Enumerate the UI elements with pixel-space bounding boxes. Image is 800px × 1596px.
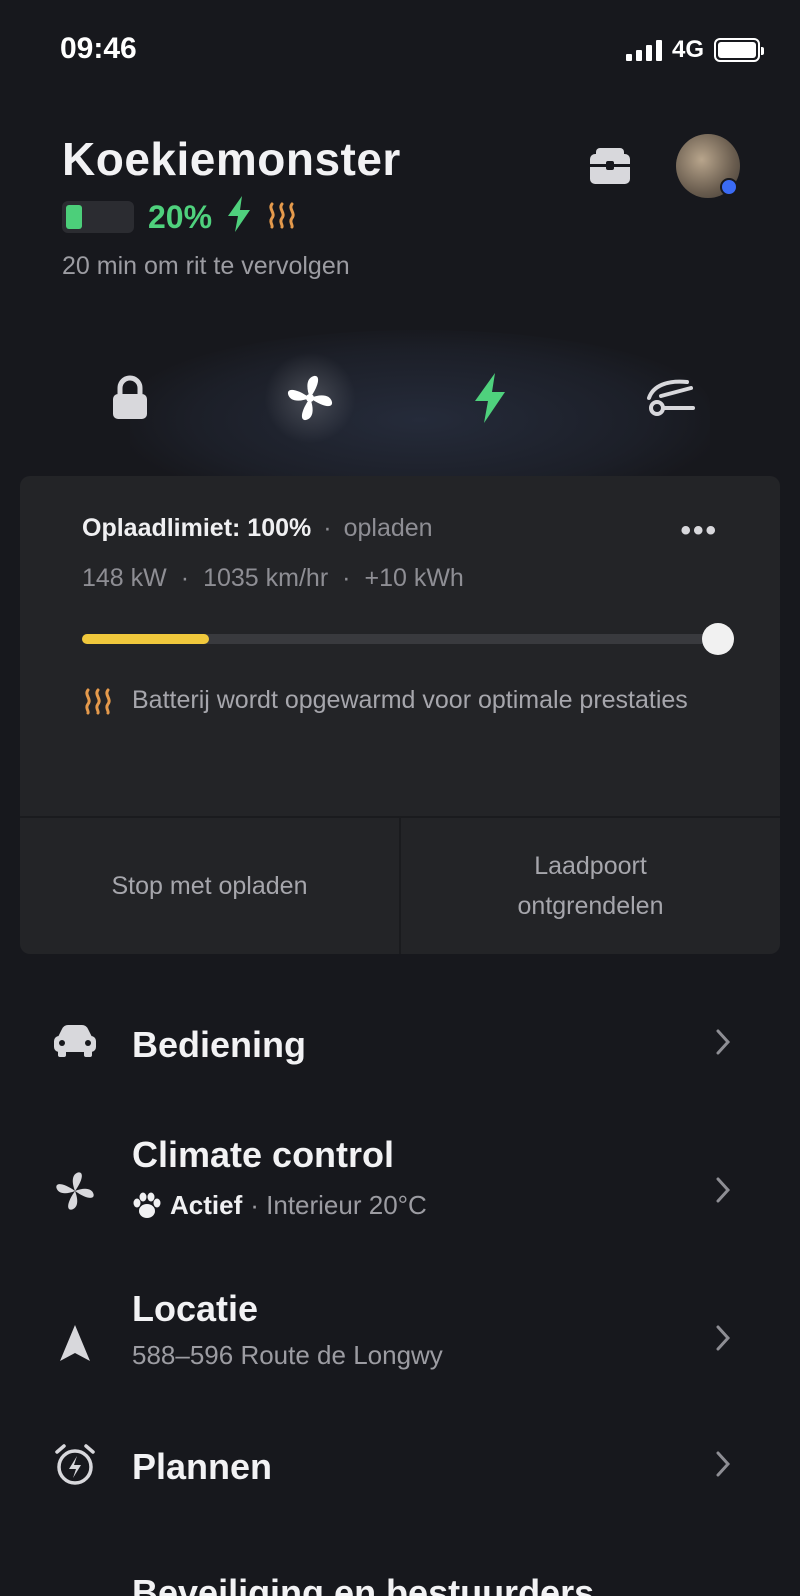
- charge-limit-slider[interactable]: [82, 623, 734, 655]
- charge-limit-handle[interactable]: [702, 623, 734, 655]
- paw-icon: [133, 1192, 161, 1218]
- vehicle-image: [130, 330, 710, 480]
- charge-limit-row: Oplaadlimiet: 100% · opladen: [82, 514, 433, 542]
- charge-stats: 148 kW · 1035 km/hr · +10 kWh: [82, 564, 464, 592]
- battery-heating-icon: [82, 686, 114, 725]
- status-bar: 09:46 4G: [0, 0, 800, 100]
- unlock-charge-port-button[interactable]: Laadpoort ontgrendelen: [399, 818, 780, 954]
- lock-icon: [113, 375, 147, 419]
- menu-title-location: Locatie: [132, 1288, 259, 1329]
- chevron-right-icon: [708, 1318, 738, 1358]
- battery-warming-notice: Batterij wordt opgewarmd voor optimale p…: [82, 686, 692, 725]
- menu-item-location[interactable]: Locatie 588–596 Route de Longwy: [0, 1284, 800, 1404]
- chevron-right-icon: [708, 1444, 738, 1484]
- vehicle-name: Koekiemonster: [62, 133, 401, 185]
- chevron-right-icon: [708, 1170, 738, 1210]
- battery-heating-icon: [266, 200, 298, 235]
- unlock-port-label-line2: ontgrendelen: [517, 892, 664, 920]
- climate-button[interactable]: [264, 352, 356, 444]
- menu-title-climate: Climate control: [132, 1134, 395, 1175]
- trunk-button[interactable]: [630, 358, 710, 438]
- battery-percent: 20%: [148, 198, 213, 235]
- menu-title-controls: Bediening: [132, 1024, 307, 1065]
- menu-item-schedule[interactable]: Plannen: [0, 1436, 800, 1516]
- charge-power: 148 kW: [82, 564, 167, 592]
- phone-battery-icon: [714, 38, 764, 62]
- gift-icon[interactable]: [588, 146, 632, 186]
- charge-limit-label: Oplaadlimiet: 100%: [82, 514, 312, 542]
- charging-bolt-icon: [226, 196, 252, 238]
- location-address: 588–596 Route de Longwy: [132, 1340, 443, 1370]
- chevron-right-icon: [708, 1022, 738, 1062]
- lock-button[interactable]: [90, 358, 170, 438]
- trunk-icon: [647, 379, 695, 416]
- charge-button[interactable]: [450, 358, 530, 438]
- signal-icon: [625, 39, 662, 61]
- menu-item-climate[interactable]: Climate control Actief · Interieur 20°C: [0, 1130, 800, 1250]
- alarm-clock-bolt-icon: [50, 1440, 100, 1490]
- fan-icon: [50, 1166, 100, 1216]
- menu-title-security[interactable]: Beveiliging en bestuurders: [132, 1572, 594, 1596]
- navigation-arrow-icon: [50, 1318, 100, 1368]
- menu-title-schedule: Plannen: [132, 1446, 273, 1487]
- battery-warming-text: Batterij wordt opgewarmd voor optimale p…: [132, 686, 688, 714]
- climate-status: Actief · Interieur 20°C: [132, 1190, 427, 1221]
- battery-row: 20%: [62, 196, 298, 238]
- charge-level-fill: [82, 634, 210, 644]
- profile-avatar[interactable]: [676, 134, 740, 198]
- stop-charging-button[interactable]: Stop met opladen: [20, 818, 399, 954]
- charging-card: Oplaadlimiet: 100% · opladen ••• 148 kW …: [20, 476, 780, 954]
- fan-icon: [287, 375, 333, 421]
- climate-active-label: Actief: [170, 1190, 243, 1220]
- network-type: 4G: [671, 36, 704, 63]
- charge-state: opladen: [343, 514, 433, 542]
- charge-bolt-icon: [475, 373, 505, 423]
- menu-item-controls[interactable]: Bediening: [0, 1010, 800, 1090]
- charging-actions: Stop met opladen Laadpoort ontgrendelen: [20, 816, 780, 954]
- climate-interior-temp: · Interieur 20°C: [250, 1190, 427, 1220]
- status-indicators: 4G: [625, 36, 764, 64]
- vehicle-battery-icon: [62, 201, 134, 233]
- resume-time-text: 20 min om rit te vervolgen: [62, 252, 350, 280]
- car-icon: [50, 1016, 100, 1066]
- status-time: 09:46: [60, 32, 137, 65]
- notification-dot: [720, 178, 738, 196]
- more-options-icon[interactable]: •••: [680, 514, 718, 548]
- unlock-port-label-line1: Laadpoort: [534, 852, 647, 880]
- energy-added: +10 kWh: [364, 564, 464, 592]
- charge-rate: 1035 km/hr: [203, 564, 329, 592]
